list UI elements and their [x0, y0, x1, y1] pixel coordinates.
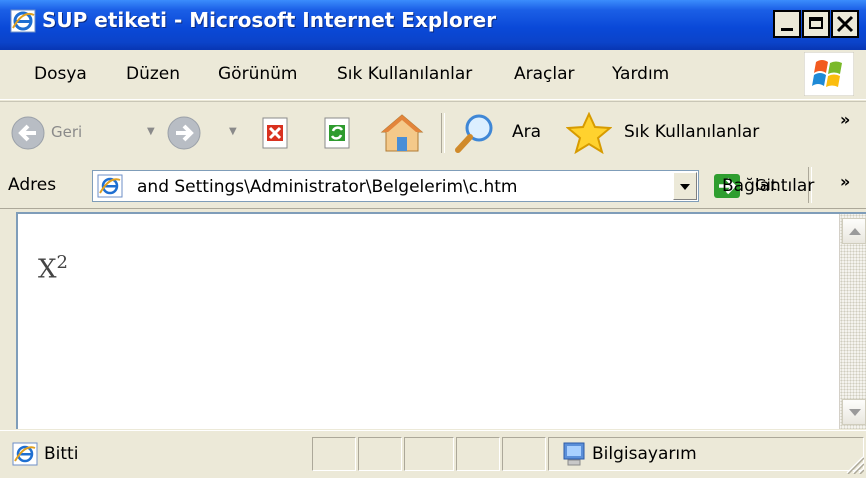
- favorites-label[interactable]: Sık Kullanılanlar: [624, 122, 759, 142]
- refresh-icon[interactable]: [322, 116, 352, 150]
- search-icon[interactable]: [453, 112, 499, 154]
- links-more-chevron[interactable]: »: [840, 172, 850, 191]
- address-input[interactable]: and Settings\Administrator\Belgelerim\c.…: [92, 170, 699, 202]
- status-text: Bitti: [44, 444, 79, 464]
- address-dropdown-button[interactable]: [673, 172, 697, 200]
- page-icon: [97, 174, 123, 198]
- page-math-text: X2: [38, 252, 68, 285]
- stop-icon[interactable]: [260, 116, 290, 150]
- links-label[interactable]: Bağlantılar: [722, 176, 814, 196]
- home-icon[interactable]: [380, 112, 424, 154]
- address-value[interactable]: and Settings\Administrator\Belgelerim\c.…: [137, 177, 517, 197]
- menu-araclar[interactable]: Araçlar: [514, 64, 575, 84]
- menu-gorunum[interactable]: Görünüm: [218, 64, 297, 84]
- forward-dropdown-icon[interactable]: ▼: [229, 126, 237, 137]
- standard-toolbar: Geri ▼ ▼ Ara Sık Kullanılanlar »: [0, 101, 866, 165]
- status-pane: [312, 437, 356, 471]
- search-label[interactable]: Ara: [512, 122, 541, 142]
- toolbar-more-chevron[interactable]: »: [840, 110, 850, 129]
- status-pane: [456, 437, 500, 471]
- vertical-scrollbar[interactable]: [839, 214, 866, 429]
- back-label[interactable]: Geri: [51, 123, 82, 141]
- address-label: Adres: [8, 175, 57, 195]
- menu-yardim[interactable]: Yardım: [612, 64, 669, 84]
- title-bar[interactable]: SUP etiketi - Microsoft Internet Explore…: [0, 0, 866, 50]
- done-page-icon: [12, 442, 38, 466]
- status-pane: [358, 437, 402, 471]
- back-dropdown-icon[interactable]: ▼: [147, 126, 155, 137]
- minimize-button[interactable]: [773, 10, 801, 38]
- scroll-up-button[interactable]: [842, 218, 866, 244]
- close-icon: [836, 15, 854, 33]
- scroll-down-button[interactable]: [842, 399, 866, 425]
- page-content: X2: [16, 212, 866, 429]
- toolbar-separator: [441, 113, 445, 153]
- status-pane: [404, 437, 454, 471]
- menu-bar: Dosya Düzen Görünüm Sık Kullanılanlar Ar…: [0, 50, 866, 100]
- ie-icon: [10, 9, 36, 33]
- maximize-button[interactable]: [802, 10, 830, 38]
- favorites-star-icon[interactable]: [566, 112, 612, 154]
- back-arrow-icon[interactable]: [10, 115, 50, 151]
- menu-favorites[interactable]: Sık Kullanılanlar: [337, 64, 472, 84]
- close-button[interactable]: [831, 10, 859, 38]
- forward-arrow-icon[interactable]: [166, 115, 206, 151]
- zone-text: Bilgisayarım: [592, 444, 697, 464]
- status-pane: [502, 437, 546, 471]
- base-text: X: [38, 254, 57, 285]
- computer-icon: [563, 442, 585, 466]
- status-bar: Bitti Bilgisayarım: [0, 430, 866, 478]
- resize-grip-icon[interactable]: [842, 452, 864, 474]
- browser-window: SUP etiketi - Microsoft Internet Explore…: [0, 0, 866, 478]
- menu-duzen[interactable]: Düzen: [126, 64, 180, 84]
- menu-dosya[interactable]: Dosya: [34, 64, 87, 84]
- window-title: SUP etiketi - Microsoft Internet Explore…: [42, 8, 497, 32]
- windows-logo-icon: [804, 52, 854, 96]
- superscript-text: 2: [56, 252, 68, 273]
